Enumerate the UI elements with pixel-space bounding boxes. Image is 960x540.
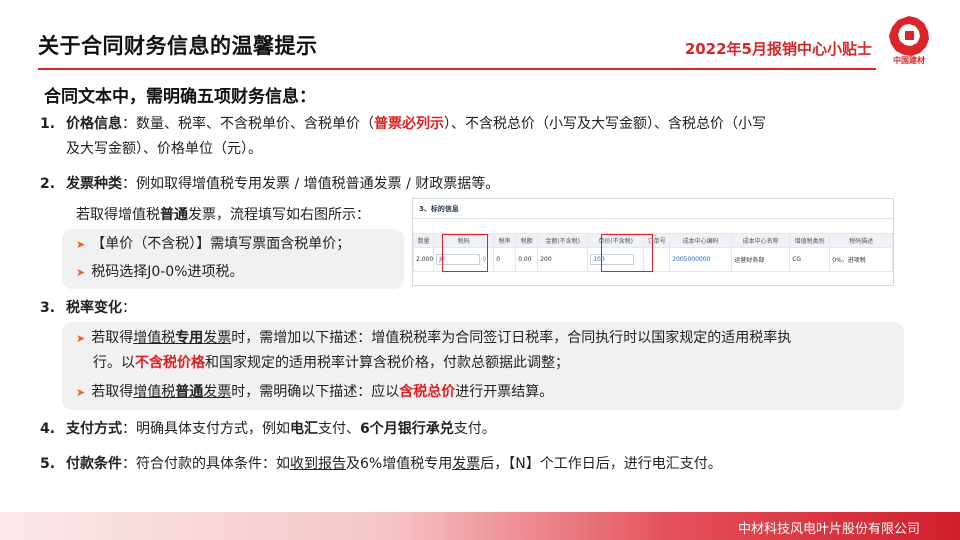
highlight-text: 含税总价 [399,384,456,400]
bullet-text: 和国家规定的适用税率计算含税价格，付款总额据此调整； [205,355,569,371]
col-header: 税码描述 [829,233,893,248]
item-text: ：数量、税率、不含税单价、含税单价（ [122,116,374,132]
bullet-normal-invoice: ➤ 若取得增值税普通发票时，需明确以下描述：应以含税总价进行开票结算。 [76,380,896,405]
cell-amount: 200 [537,247,589,272]
item-text: ）、不含税总价（小写及大写金额）、含税总价（小写 [444,116,766,132]
col-header: 税额 [515,233,539,248]
arrow-icon: ➤ [76,332,86,345]
logo-text: 中国建材 [893,56,925,65]
item-text: 支付。 [453,421,496,437]
tip-label: 2022年5月报销中心小贴士 [684,40,872,58]
item-payment-terms: 5. 付款条件：符合付款的具体条件：如收到报告及6%增值税专用发票后，【N】个工… [40,452,900,477]
item-tax-rate-change: 3. 税率变化： [40,296,340,321]
col-header: 增值税类别 [789,233,831,248]
bullet-text: 【单价（不含税）】需填写票面含税单价； [91,236,351,252]
item-text: ： [122,300,136,316]
item-invoice-type: 2. 发票种类：例如取得增值税专用发票 / 增值税普通发票 / 财政票据等。 [40,172,640,197]
item-number: 5. [40,456,56,472]
item-number: 3. [40,300,56,316]
highlight-box-tax-code [442,234,488,272]
bullet-text: 时，需明确以下描述：应以 [231,384,400,400]
item-label: 价格信息 [66,116,122,132]
hint-bold: 普通 [160,207,188,223]
cell-cost-center-code[interactable]: 2005000000 [669,247,733,272]
invoice-section-title: 3、标的信息 [413,199,893,219]
bullet-tax-code: ➤ 税码选择J0-0%进项税。 [76,260,244,285]
col-header: 成本中心编码 [669,233,733,248]
page-title: 关于合同财务信息的温馨提示 [38,34,318,58]
underlined-text: 增值税 [133,330,176,346]
hint-text: 若取得增值税 [76,207,160,223]
item-payment-method: 4. 支付方式：明确具体支付方式，例如电汇支付、6个月银行承兑支付。 [40,417,740,442]
item-text: ：明确具体支付方式，例如 [122,421,290,437]
bullet-text: 进行开票结算。 [455,384,554,400]
item-text-line2: 及大写金额）、价格单位（元）。 [66,141,262,157]
item-text: 后，【N】个工作日后，进行电汇支付。 [480,456,722,472]
underlined-text: 增值税 [133,384,176,400]
item-number: 4. [40,421,56,437]
underlined-text: 收到报告 [290,456,346,472]
col-header: 成本中心名称 [731,233,791,248]
col-header: 金额(不含税) [537,233,589,248]
invoice-hint: 若取得增值税普通发票，流程填写如右图所示： [76,204,370,224]
footer-company: 中材科技风电叶片股份有限公司 [737,522,920,537]
cell-cost-center-name: 运营财务部 [731,247,791,272]
underlined-text: 发票 [203,330,232,346]
item-label: 付款条件 [66,456,122,472]
item-text: ：符合付款的具体条件：如 [122,456,290,472]
item-label: 税率变化 [66,300,122,316]
item-price-info: 1. 价格信息：数量、税率、不含税单价、含税单价（普票必列示）、不含税总价（小写… [40,112,900,164]
title-divider [38,68,876,70]
bullet-text: 若取得 [91,384,134,400]
hint-text: 发票，流程填写如右图所示： [188,207,370,223]
bold-text: 6个月银行承兑 [360,421,454,437]
item-number: 2. [40,176,56,192]
col-header: 数量 [412,233,435,248]
cell-vat-category: CG [789,247,831,272]
highlight-box-unit-price [601,234,653,272]
bold-text: 电汇 [290,421,318,437]
item-text: ：例如取得增值税专用发票 / 增值税普通发票 / 财政票据等。 [122,176,500,192]
section-subtitle: 合同文本中，需明确五项财务信息： [44,87,316,107]
bullet-text: 税码选择J0-0%进项税。 [91,264,244,280]
bullet-special-invoice: ➤ 若取得增值税专用发票时，需增加以下描述：增值税税率为合同签订日税率，合同执行时… [76,326,896,376]
underlined-text: 发票 [452,456,481,472]
highlight-text: 普票必列示 [374,116,444,132]
bold-text: 专用 [175,330,204,346]
cell-tax-desc: 0%，进项税 [829,247,893,272]
cell-quantity: 2.000 [412,247,435,272]
invoice-form-image: 3、标的信息 数量 税码 税率 税额 金额(不含税) 单价(不含税) 订单号 成… [412,198,894,286]
item-label: 发票种类 [66,176,122,192]
arrow-icon: ➤ [76,266,86,279]
cell-tax-amount: 0.00 [515,247,539,272]
item-text: 支付、 [318,421,360,437]
cell-tax-rate: 0 [493,247,517,272]
highlight-text: 不含税价格 [135,355,205,371]
item-number: 1. [40,116,56,132]
bullet-unit-price: ➤ 【单价（不含税）】需填写票面含税单价； [76,232,350,257]
item-text: 及6%增值税专用 [346,456,453,472]
arrow-icon: ➤ [76,386,86,399]
arrow-icon: ➤ [76,238,86,251]
col-header: 税率 [493,233,517,248]
item-label: 支付方式 [66,421,122,437]
bullet-text: 若取得 [91,330,134,346]
underlined-text: 发票 [203,384,232,400]
bullet-text: 行。以 [93,355,135,371]
bullet-text: 时，需增加以下描述：增值税税率为合同签订日税率，合同执行时以国家规定的适用税率执 [231,330,792,346]
bold-text: 普通 [175,384,204,400]
